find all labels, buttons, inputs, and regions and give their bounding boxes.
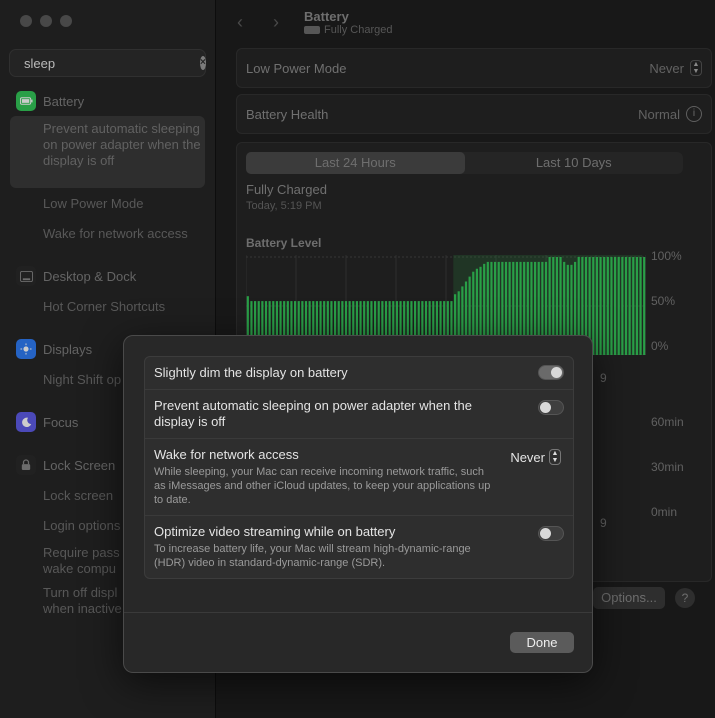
option-label: Slightly dim the display on battery <box>154 365 348 380</box>
battery-options-sheet: Slightly dim the display on battery Prev… <box>123 335 593 673</box>
option-row-dim-display: Slightly dim the display on battery <box>145 357 573 390</box>
option-label: Wake for network access <box>154 447 299 462</box>
dim-display-toggle[interactable] <box>538 365 564 380</box>
wake-network-select[interactable]: Never ▲ ▼ <box>510 449 561 465</box>
option-description: To increase battery life, your Mac will … <box>154 543 471 569</box>
option-row-optimize-video: Optimize video streaming while on batter… <box>145 516 573 578</box>
done-button[interactable]: Done <box>510 632 574 653</box>
prevent-sleep-toggle[interactable] <box>538 400 564 415</box>
optimize-video-toggle[interactable] <box>538 526 564 541</box>
divider <box>124 612 592 613</box>
option-row-wake-network: Wake for network access While sleeping, … <box>145 439 573 516</box>
option-row-prevent-sleep: Prevent automatic sleeping on power adap… <box>145 390 573 439</box>
wake-network-value: Never <box>510 449 545 465</box>
option-description: While sleeping, your Mac can receive inc… <box>154 466 491 506</box>
option-label: Optimize video streaming while on batter… <box>154 524 396 539</box>
options-list: Slightly dim the display on battery Prev… <box>144 356 574 579</box>
updown-chevron-icon: ▲ ▼ <box>549 449 561 465</box>
option-label: Prevent automatic sleeping on power adap… <box>154 398 472 429</box>
